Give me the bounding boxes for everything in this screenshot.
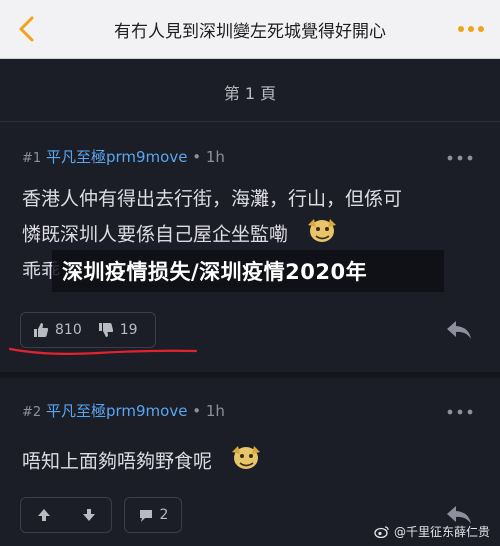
more-dots-icon	[447, 409, 473, 415]
emoji-sticker-icon	[302, 215, 342, 255]
back-button[interactable]	[12, 14, 42, 44]
post-text: 唔知上面夠唔夠野食呢	[22, 450, 213, 473]
more-dots-icon	[458, 26, 484, 32]
top-bar: 有冇人見到深圳變左死城覺得好開心	[0, 0, 500, 59]
upvote-count: 810	[55, 322, 82, 338]
red-underline-mark	[8, 347, 198, 355]
watermark: @千里征东薛仁贵	[374, 523, 490, 540]
more-dots-icon	[447, 155, 473, 161]
thread-title: 有冇人見到深圳變左死城覺得好開心	[114, 22, 386, 42]
arrow-down-icon	[82, 509, 95, 521]
downvote-count: 19	[119, 322, 138, 338]
post-text-line: 香港人仲有得出去行街，海灘，行山，但係可	[22, 188, 403, 210]
post-number: #2	[22, 405, 42, 420]
post-number: #1	[22, 151, 42, 166]
post-options-button[interactable]	[446, 402, 474, 415]
post-options-button[interactable]	[446, 148, 474, 161]
downvote-button[interactable]: 19	[94, 322, 150, 338]
separator-dot: •	[192, 402, 206, 420]
downvote-button[interactable]	[66, 508, 111, 522]
separator-dot: •	[192, 148, 206, 166]
post-time: 1h	[205, 402, 225, 420]
post-time: 1h	[205, 148, 225, 166]
post-meta: #1 平凡至極prm9move • 1h	[22, 146, 225, 167]
thumbs-down-icon	[98, 323, 113, 337]
post-separator	[0, 372, 500, 378]
more-options-button[interactable]	[456, 17, 486, 41]
upvote-button[interactable]	[21, 508, 66, 522]
replies-button[interactable]: 2	[124, 497, 182, 533]
page-indicator: 第 1 頁	[223, 84, 277, 103]
username-link[interactable]: 平凡至極prm9move	[46, 402, 187, 420]
weibo-logo-icon	[374, 526, 389, 538]
reply-count: 2	[159, 507, 169, 523]
thumbs-up-icon	[34, 323, 49, 337]
reply-button[interactable]	[444, 318, 474, 342]
overlay-caption: 深圳疫情损失/深圳疫情2020年	[62, 260, 368, 284]
chevron-left-icon	[19, 16, 34, 42]
post-meta: #2 平凡至極prm9move • 1h	[22, 400, 225, 421]
username-link[interactable]: 平凡至極prm9move	[46, 148, 187, 166]
post-text-line: 憐既深圳人要係自己屋企坐監嘞	[22, 215, 480, 255]
reply-arrow-icon	[447, 321, 471, 339]
divider	[0, 121, 500, 122]
comment-bubble-icon	[139, 509, 152, 522]
watermark-text: @千里征东薛仁贵	[393, 525, 490, 539]
arrow-up-icon	[37, 509, 50, 521]
post-body: 唔知上面夠唔夠野食呢	[22, 442, 480, 482]
vote-box	[20, 497, 112, 533]
upvote-button[interactable]: 810	[21, 322, 94, 338]
emoji-sticker-icon	[226, 442, 266, 482]
